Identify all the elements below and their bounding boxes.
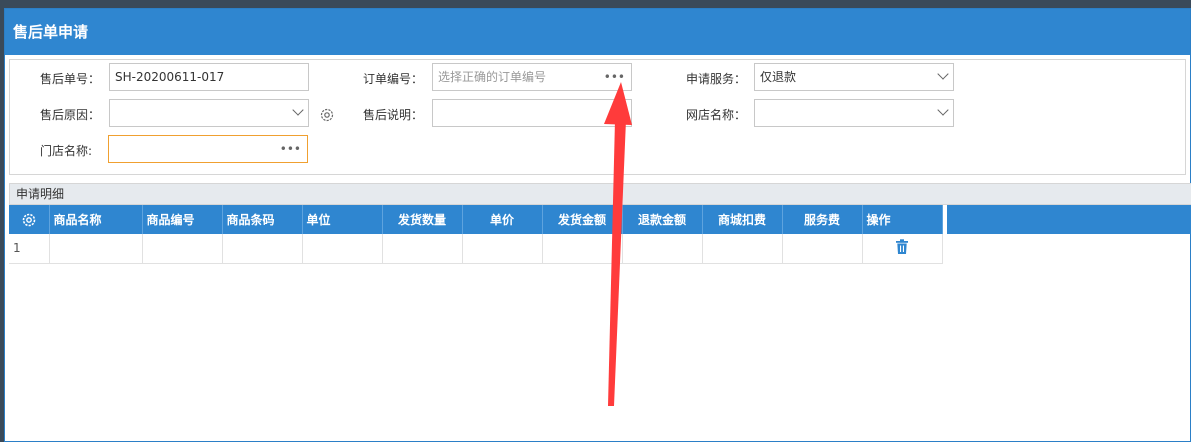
order-no-field[interactable]: 选择正确的订单编号 ••• [432,63,632,91]
table-cell[interactable] [302,234,383,264]
shop-select[interactable] [754,99,954,127]
more-icon[interactable]: ••• [604,64,625,90]
reason-select[interactable] [109,99,309,127]
window-title: 售后单申请 [5,9,1190,55]
store-label: 门店名称: [40,144,93,158]
table-cell[interactable] [782,234,863,264]
row-index: 1 [9,234,50,264]
table-cell[interactable] [142,234,223,264]
column-settings-header[interactable] [9,205,50,234]
desc-field[interactable] [432,99,632,127]
column-header[interactable]: 发货金额 [542,205,623,234]
column-header[interactable]: 商城扣费 [702,205,783,234]
table-cell[interactable] [49,234,143,264]
column-header[interactable]: 单价 [462,205,543,234]
shop-label: 网店名称： [686,108,747,122]
store-field[interactable]: ••• [108,135,308,163]
details-section-label: 申请明细 [9,183,1191,205]
service-label: 申请服务： [686,72,747,86]
table-cell [862,234,943,264]
table-cell[interactable] [222,234,303,264]
table-cell[interactable] [702,234,783,264]
column-header[interactable]: 服务费 [782,205,863,234]
chevron-down-icon [292,104,304,116]
column-header[interactable]: 发货数量 [382,205,463,234]
table-cell[interactable] [622,234,703,264]
details-table: 商品名称 商品编号 商品条码 单位 发货数量 单价 发货金额 退款金额 商城扣费… [9,205,943,264]
aftersale-no-label: 售后单号： [40,72,101,86]
dialog-window: 售后单申请 售后单号： SH-20200611-017 订单编号： 选择正确的订… [4,8,1191,442]
chevron-down-icon [937,68,949,80]
chevron-down-icon [937,104,949,116]
gear-icon[interactable] [21,212,37,228]
form-panel: 售后单号： SH-20200611-017 订单编号： 选择正确的订单编号 ••… [9,59,1186,175]
reason-label: 售后原因： [40,108,101,122]
table-cell[interactable] [382,234,463,264]
gear-icon[interactable] [319,107,335,123]
order-no-label: 订单编号： [363,72,424,86]
trash-icon[interactable] [895,239,909,255]
service-select[interactable]: 仅退款 [754,63,954,91]
table-cell[interactable] [462,234,543,264]
column-header[interactable]: 商品编号 [142,205,223,234]
table-cell[interactable] [542,234,623,264]
service-value: 仅退款 [760,70,797,84]
table-row[interactable]: 1 [9,234,943,264]
desc-label: 售后说明： [363,108,424,122]
aftersale-no-field[interactable]: SH-20200611-017 [109,63,309,91]
column-header[interactable]: 单位 [302,205,383,234]
column-header[interactable]: 操作 [862,205,943,234]
table-header-row: 商品名称 商品编号 商品条码 单位 发货数量 单价 发货金额 退款金额 商城扣费… [9,205,943,234]
column-header[interactable]: 商品名称 [49,205,143,234]
column-header[interactable]: 商品条码 [222,205,303,234]
order-no-placeholder: 选择正确的订单编号 [438,70,547,84]
table-header-fill [947,205,1191,234]
column-header[interactable]: 退款金额 [622,205,703,234]
more-icon[interactable]: ••• [280,136,301,162]
